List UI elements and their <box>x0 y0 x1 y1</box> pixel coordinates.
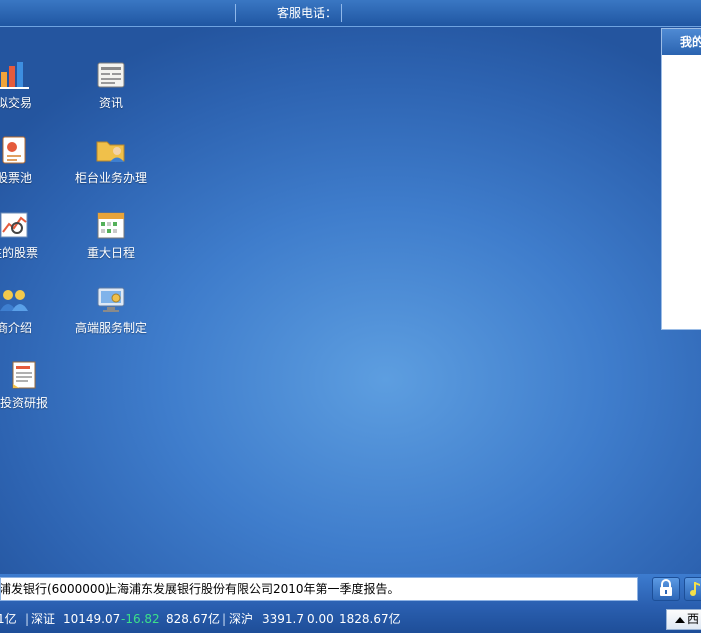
lock-icon <box>660 579 672 596</box>
desktop-icon-counter-service[interactable]: 柜台业务办理 <box>61 135 161 186</box>
desktop-icon-label: 注的股票 <box>0 246 38 260</box>
shenzhen-change: -16.82 <box>121 612 160 626</box>
users-icon <box>0 285 29 315</box>
desktop-icon-simulated-trading[interactable]: 拟交易 <box>0 60 64 111</box>
status-prev-volume: 1亿 <box>0 612 17 626</box>
desktop-icon-watched-stocks[interactable]: 注的股票 <box>0 210 64 261</box>
desktop-icon-news[interactable]: 资讯 <box>61 60 161 111</box>
top-bar-separator <box>341 4 342 22</box>
service-phone-label: 客服电话： <box>277 6 338 20</box>
ticker-bar: 浦发银行(6000000) 上海浦东发展银行股份有限公司2010年第一季度报告。 <box>0 574 701 606</box>
music-note-icon <box>690 582 700 596</box>
top-bar: 客服电话： <box>0 0 701 27</box>
my-panel: 我的 <box>661 28 701 330</box>
desktop-icon-premium-service[interactable]: 高端服务制定 <box>61 285 161 336</box>
expand-button[interactable]: 西 <box>666 609 701 630</box>
shenhu-volume: 1828.67亿 <box>339 612 401 626</box>
triangle-up-icon <box>675 617 685 623</box>
watch-stock-icon <box>0 210 29 240</box>
monitor-gear-icon <box>96 285 126 315</box>
desktop-icon-label: 拟交易 <box>0 96 32 110</box>
folder-user-icon <box>96 135 126 165</box>
bar-chart-icon <box>0 60 29 90</box>
desktop-icon-label: 商介绍 <box>0 321 32 335</box>
desktop-icon-research-reports[interactable]: 投资研报 <box>0 360 74 411</box>
music-button[interactable] <box>684 577 701 601</box>
desktop-icon-broker-intro[interactable]: 商介绍 <box>0 285 64 336</box>
shenzhen-index: 10149.07 <box>63 612 121 626</box>
stock-pool-icon <box>0 135 29 165</box>
news-document-icon <box>96 60 126 90</box>
shenzhen-volume: 828.67亿 <box>166 612 220 626</box>
desktop-icon-label: 股票池 <box>0 171 32 185</box>
desktop-icon-label: 高端服务制定 <box>74 321 147 335</box>
desktop-icon-label: 投资研报 <box>0 396 48 410</box>
desktop-icon-label: 重大日程 <box>86 246 135 260</box>
status-divider: | <box>25 612 30 626</box>
ticker-message[interactable]: 上海浦东发展银行股份有限公司2010年第一季度报告。 <box>105 578 400 600</box>
status-divider: | <box>222 612 227 626</box>
my-panel-title: 我的 <box>662 29 701 55</box>
ticker-box[interactable]: 浦发银行(6000000) 上海浦东发展银行股份有限公司2010年第一季度报告。 <box>0 577 638 601</box>
shenhu-change: 0.00 <box>307 612 334 626</box>
desktop-icon-label: 柜台业务办理 <box>74 171 147 185</box>
shenhu-index: 3391.7 <box>262 612 304 626</box>
report-icon <box>9 360 39 390</box>
status-bar: 1亿 | 深证 10149.07 -16.82 828.67亿 | 深沪 339… <box>0 606 701 633</box>
desktop-icon-major-schedule[interactable]: 重大日程 <box>61 210 161 261</box>
top-bar-separator <box>235 4 236 22</box>
desktop-icon-stock-pool[interactable]: 股票池 <box>0 135 64 186</box>
shenzhen-label: 深证 <box>31 612 56 626</box>
shenhu-label: 深沪 <box>229 612 254 626</box>
expand-button-label: 西 <box>687 612 700 626</box>
calendar-icon <box>96 210 126 240</box>
desktop-icon-label: 资讯 <box>98 96 123 110</box>
ticker-stock-name[interactable]: 浦发银行(6000000) <box>1 578 110 600</box>
lock-button[interactable] <box>652 577 680 601</box>
